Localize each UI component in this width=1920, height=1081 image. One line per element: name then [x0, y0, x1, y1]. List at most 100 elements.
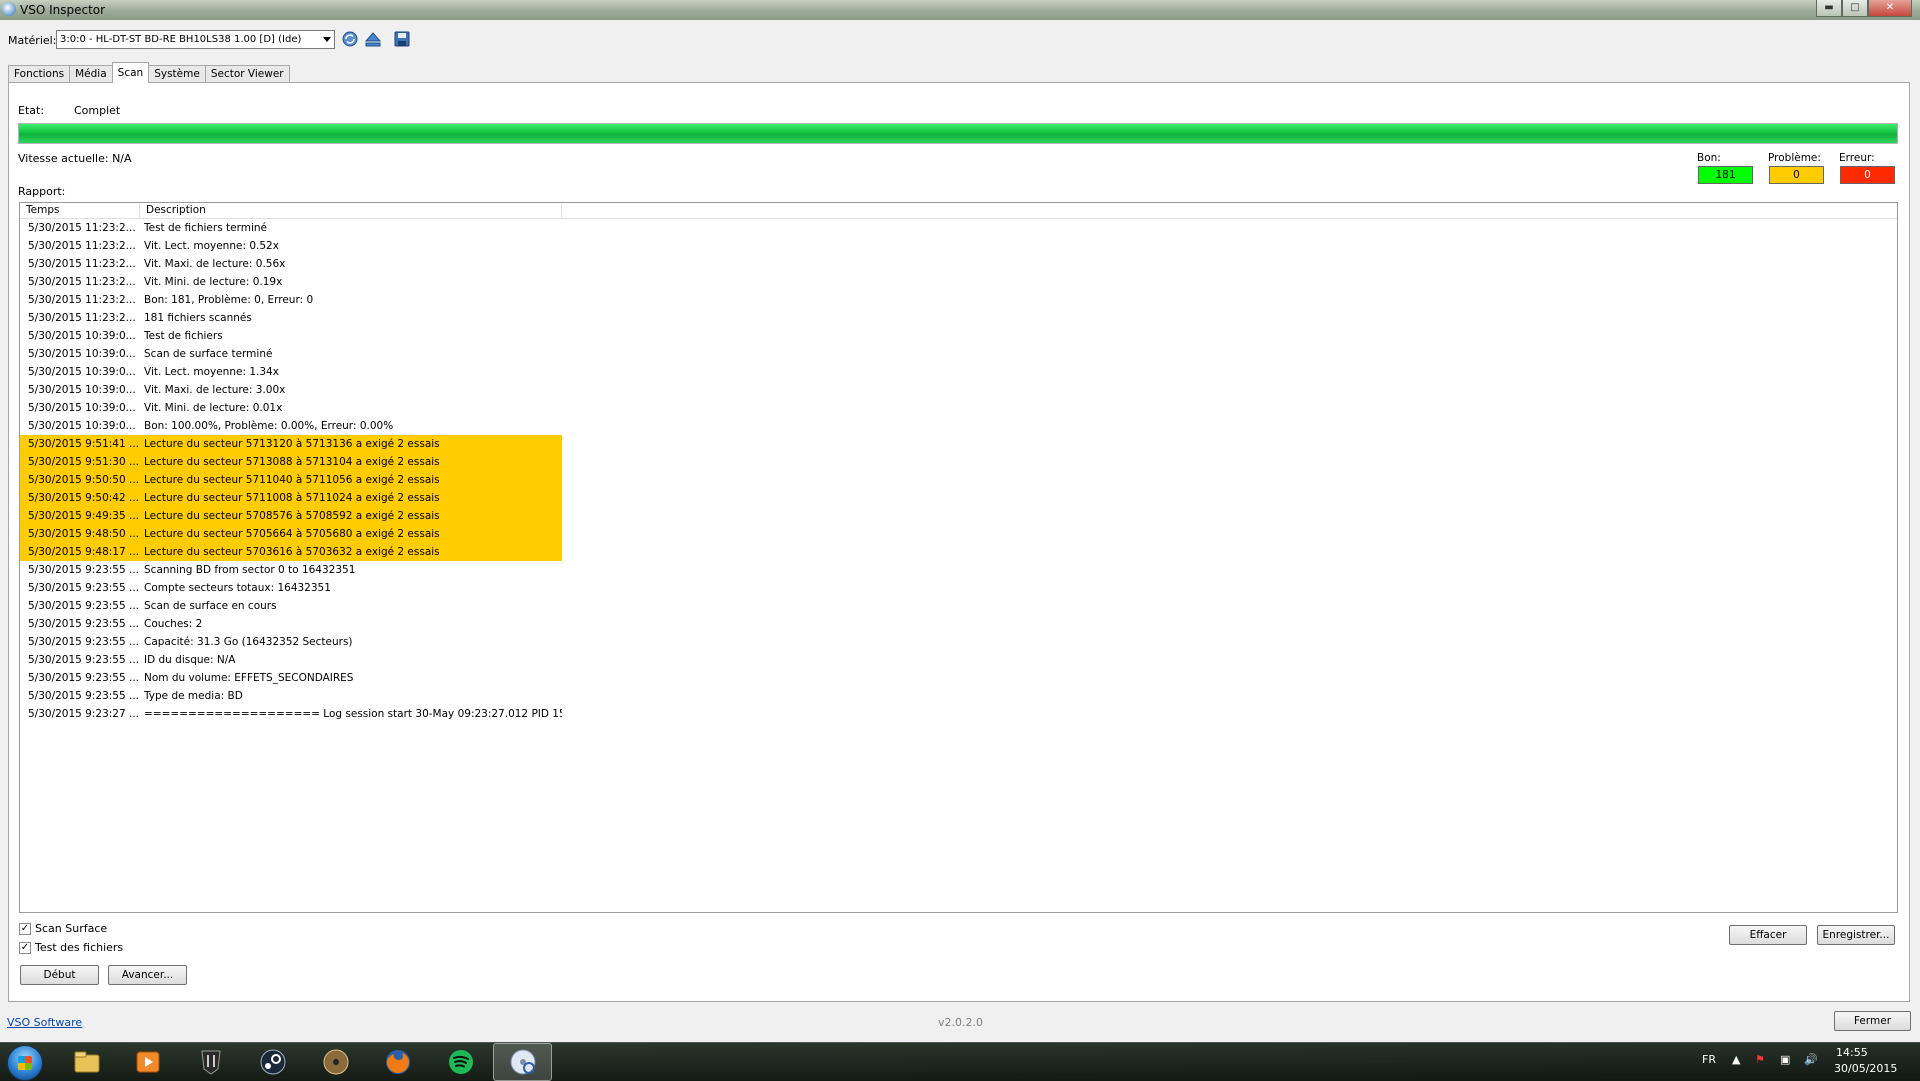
log-rows: 5/30/2015 11:23:2... Test de fichiers ter… [20, 219, 1897, 723]
tab-sector-viewer[interactable]: Sector Viewer [204, 65, 290, 83]
vso-inspector-icon[interactable] [508, 1047, 538, 1077]
tab-fonctions[interactable]: Fonctions [8, 65, 71, 83]
log-row[interactable]: 5/30/2015 9:23:55 ... Compte secteurs tot… [20, 579, 1897, 597]
report-label: Rapport: [18, 185, 66, 198]
log-row[interactable]: 5/30/2015 11:23:2... Vit. Mini. de lectur… [20, 273, 1897, 291]
log-description-cell: Vit. Maxi. de lecture: 3.00x [144, 384, 286, 396]
minimize-button[interactable]: ▬ [1816, 0, 1842, 17]
clock-date[interactable]: 30/05/2015 [1834, 1062, 1897, 1075]
log-row[interactable]: 5/30/2015 9:23:55 ... ID du disque: N/A [20, 651, 1897, 669]
log-row[interactable]: 5/30/2015 10:39:0... Vit. Mini. de lectur… [20, 399, 1897, 417]
log-row[interactable]: 5/30/2015 11:23:2... Vit. Lect. moyenne: … [20, 237, 1897, 255]
test-files-checkbox[interactable]: ✓ [19, 942, 31, 954]
log-row[interactable]: 5/30/2015 9:49:35 ... Lecture du secteur … [20, 507, 1897, 525]
column-header-time[interactable]: Temps [20, 203, 140, 218]
save-icon[interactable] [393, 30, 411, 48]
scan-progress-bar [18, 123, 1898, 144]
scan-surface-checkbox[interactable]: ✓ [19, 923, 31, 935]
close-button[interactable]: Fermer [1834, 1011, 1911, 1031]
log-row[interactable]: 5/30/2015 10:39:0... Test de fichiers [20, 327, 1897, 345]
current-speed: Vitesse actuelle: N/A [18, 152, 132, 165]
log-description-cell: Couches: 2 [144, 618, 203, 630]
log-description-cell: 181 fichiers scannés [144, 312, 252, 324]
log-time-cell: 5/30/2015 10:39:0... [28, 330, 136, 342]
firefox-icon[interactable] [383, 1047, 413, 1077]
tab-scan[interactable]: Scan [111, 62, 150, 83]
state-value: Complet [74, 104, 121, 117]
log-time-cell: 5/30/2015 9:23:27 ... [28, 708, 140, 720]
maximize-button[interactable]: □ [1842, 0, 1868, 17]
app-window: VSO Inspector ▬ □ ✕ Matériel: 3:0:0 - HL… [0, 0, 1920, 1042]
log-row[interactable]: 5/30/2015 9:23:55 ... Capacité: 31.3 Go (… [20, 633, 1897, 651]
device-select-value: 3:0:0 - HL-DT-ST BD-RE BH10LS38 1.00 [D]… [60, 34, 302, 45]
disc-app-icon[interactable] [321, 1047, 351, 1077]
steam-icon[interactable] [258, 1047, 288, 1077]
log-description-cell: Lecture du secteur 5705664 à 5705680 a e… [140, 525, 562, 543]
log-description-cell: Lecture du secteur 5711040 à 5711056 a e… [140, 471, 562, 489]
log-description-cell: Test de fichiers [144, 330, 223, 342]
game-tank-icon[interactable] [196, 1047, 226, 1077]
tab-media[interactable]: Média [69, 65, 113, 83]
title-bar[interactable]: VSO Inspector ▬ □ ✕ [0, 0, 1920, 20]
volume-icon[interactable]: 🔊 [1804, 1053, 1818, 1066]
log-time-cell: 5/30/2015 11:23:2... [28, 258, 136, 270]
version-label: v2.0.2.0 [938, 1016, 983, 1029]
network-icon[interactable]: ▣ [1780, 1053, 1790, 1066]
log-row[interactable]: 5/30/2015 10:39:0... Vit. Maxi. de lectur… [20, 381, 1897, 399]
save-report-button[interactable]: Enregistrer... [1817, 925, 1895, 945]
log-time-cell: 5/30/2015 9:23:55 ... [28, 690, 140, 702]
start-button[interactable]: Début [20, 965, 99, 985]
media-player-icon[interactable] [133, 1047, 163, 1077]
eject-icon[interactable] [364, 30, 382, 48]
report-log-list[interactable]: Temps Description 5/30/2015 11:23:2... Te… [19, 202, 1898, 913]
state-label: Etat: [18, 104, 45, 117]
start-button[interactable] [7, 1045, 43, 1081]
error-label: Erreur: [1839, 152, 1875, 164]
log-description-cell: Vit. Lect. moyenne: 1.34x [144, 366, 279, 378]
log-description-cell: Vit. Lect. moyenne: 0.52x [144, 240, 279, 252]
clock-time[interactable]: 14:55 [1836, 1046, 1868, 1059]
log-row[interactable]: 5/30/2015 10:39:0... Vit. Lect. moyenne: … [20, 363, 1897, 381]
log-description-cell: Compte secteurs totaux: 16432351 [144, 582, 331, 594]
vso-software-link[interactable]: VSO Software [7, 1016, 82, 1029]
log-row[interactable]: 5/30/2015 11:23:2... Bon: 181, Problème: … [20, 291, 1897, 309]
log-description-cell: Lecture du secteur 5703616 à 5703632 a e… [140, 543, 562, 561]
log-row[interactable]: 5/30/2015 9:48:17 ... Lecture du secteur … [20, 543, 1897, 561]
log-row[interactable]: 5/30/2015 11:23:2... Test de fichiers ter… [20, 219, 1897, 237]
show-hidden-icons[interactable]: ▲ [1732, 1053, 1740, 1066]
log-row[interactable]: 5/30/2015 9:23:55 ... Couches: 2 [20, 615, 1897, 633]
column-header-description[interactable]: Description [140, 203, 562, 218]
good-count: 181 [1698, 166, 1753, 184]
log-description-cell: Vit. Mini. de lecture: 0.01x [144, 402, 283, 414]
log-time-cell: 5/30/2015 9:48:17 ... [20, 543, 140, 561]
action-center-flag-icon[interactable]: ⚑ [1755, 1053, 1765, 1066]
log-row[interactable]: 5/30/2015 9:51:41 ... Lecture du secteur … [20, 435, 1897, 453]
log-row[interactable]: 5/30/2015 10:39:0... Bon: 100.00%, Problè… [20, 417, 1897, 435]
tab-systeme[interactable]: Système [148, 65, 206, 83]
advanced-button[interactable]: Avancer... [108, 965, 187, 985]
chevron-down-icon [323, 37, 331, 42]
language-indicator[interactable]: FR [1702, 1053, 1716, 1066]
log-row[interactable]: 5/30/2015 9:23:55 ... Nom du volume: EFFE… [20, 669, 1897, 687]
log-row[interactable]: 5/30/2015 11:23:2... Vit. Maxi. de lectur… [20, 255, 1897, 273]
spotify-icon[interactable] [446, 1047, 476, 1077]
log-description-cell: Test de fichiers terminé [144, 222, 267, 234]
log-row[interactable]: 5/30/2015 11:23:2... 181 fichiers scannés [20, 309, 1897, 327]
log-row[interactable]: 5/30/2015 10:39:0... Scan de surface term… [20, 345, 1897, 363]
device-select[interactable]: 3:0:0 - HL-DT-ST BD-RE BH10LS38 1.00 [D]… [56, 30, 335, 49]
refresh-icon[interactable] [341, 30, 359, 48]
log-row[interactable]: 5/30/2015 9:51:30 ... Lecture du secteur … [20, 453, 1897, 471]
log-description-cell: ==================== Log session start 3… [144, 708, 562, 720]
log-row[interactable]: 5/30/2015 9:50:50 ... Lecture du secteur … [20, 471, 1897, 489]
explorer-icon[interactable] [72, 1047, 102, 1077]
log-row[interactable]: 5/30/2015 9:23:55 ... Scanning BD from se… [20, 561, 1897, 579]
log-row[interactable]: 5/30/2015 9:23:55 ... Scan de surface en … [20, 597, 1897, 615]
clear-button[interactable]: Effacer [1729, 925, 1807, 945]
log-row[interactable]: 5/30/2015 9:48:50 ... Lecture du secteur … [20, 525, 1897, 543]
log-row[interactable]: 5/30/2015 9:23:55 ... Type de media: BD [20, 687, 1897, 705]
log-row[interactable]: 5/30/2015 9:23:27 ... ===================… [20, 705, 1897, 723]
log-time-cell: 5/30/2015 11:23:2... [28, 294, 136, 306]
log-row[interactable]: 5/30/2015 9:50:42 ... Lecture du secteur … [20, 489, 1897, 507]
close-window-button[interactable]: ✕ [1868, 0, 1912, 17]
log-time-cell: 5/30/2015 10:39:0... [28, 366, 136, 378]
